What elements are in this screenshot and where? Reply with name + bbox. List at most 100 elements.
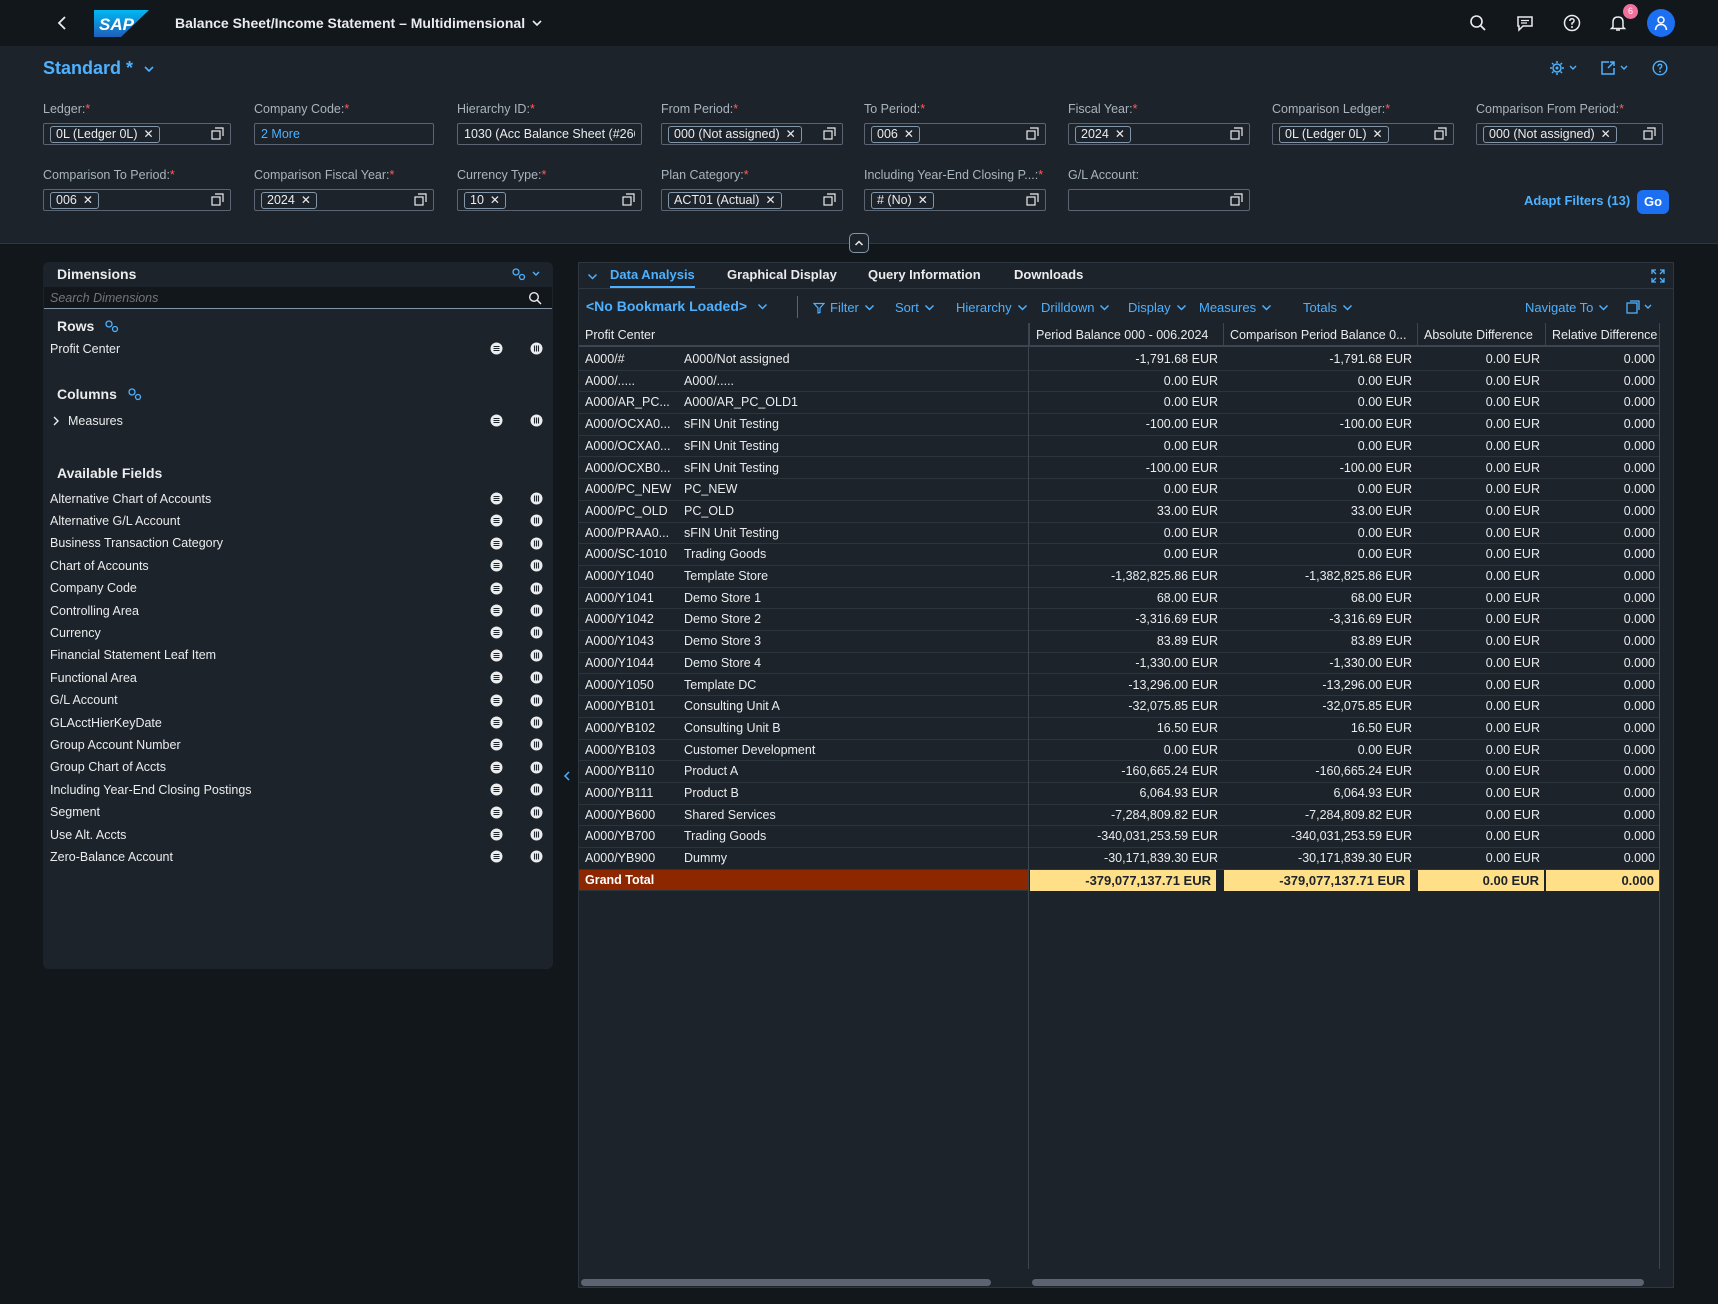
add-to-rows-icon[interactable] bbox=[490, 649, 503, 662]
add-to-columns-icon[interactable] bbox=[530, 850, 543, 863]
add-to-rows-icon[interactable] bbox=[490, 738, 503, 751]
page-help-icon[interactable] bbox=[1652, 60, 1668, 76]
table-row[interactable]: A000/Y1050 Template DC -13,296.00 EUR -13,2… bbox=[579, 675, 1659, 697]
table-row[interactable]: A000/PRAA0... sFIN Unit Testing 0.00 EUR 0.… bbox=[579, 523, 1659, 545]
table-row[interactable]: A000/AR_PC... A000/AR_PC_OLD1 0.00 EUR 0.00… bbox=[579, 392, 1659, 415]
add-to-columns-icon[interactable] bbox=[530, 783, 543, 796]
filter-token[interactable]: 000 (Not assigned) ✕ bbox=[668, 125, 802, 143]
table-row[interactable]: A000/OCXB0... sFIN Unit Testing -100.00 EU… bbox=[579, 458, 1659, 480]
remove-token-icon[interactable]: ✕ bbox=[490, 193, 500, 207]
table-row[interactable]: A000/OCXA0... sFIN Unit Testing -100.00 EU… bbox=[579, 414, 1659, 436]
filter-input[interactable]: 000 (Not assigned) ✕ bbox=[661, 123, 843, 145]
filter-input[interactable]: 2024 ✕ bbox=[1068, 123, 1250, 145]
dimension-item[interactable]: Group Account Number bbox=[50, 734, 545, 755]
table-row[interactable]: A000/Y1044 Demo Store 4 -1,330.00 EUR -1,33… bbox=[579, 653, 1659, 675]
toolbar-filter-button[interactable]: Filter bbox=[813, 300, 875, 315]
value-help-icon[interactable] bbox=[823, 193, 836, 206]
drag-settings-icon[interactable] bbox=[127, 387, 143, 401]
filter-input[interactable]: 0L (Ledger 0L) ✕ bbox=[1272, 123, 1454, 145]
add-to-rows-icon[interactable] bbox=[490, 671, 503, 684]
filter-input[interactable] bbox=[1068, 189, 1250, 211]
add-to-rows-icon[interactable] bbox=[490, 492, 503, 505]
add-to-columns-icon[interactable] bbox=[530, 806, 543, 819]
toolbar-totals-button[interactable]: Totals bbox=[1303, 300, 1353, 315]
filter-input[interactable]: 006 ✕ bbox=[43, 189, 231, 211]
column-header-period-balance[interactable]: Period Balance 000 - 006.2024 bbox=[1029, 323, 1223, 347]
add-to-columns-icon[interactable] bbox=[530, 514, 543, 527]
filter-input[interactable]: 000 (Not assigned) ✕ bbox=[1476, 123, 1663, 145]
dimension-item[interactable]: Zero-Balance Account bbox=[50, 846, 545, 867]
add-to-columns-icon[interactable] bbox=[530, 694, 543, 707]
dimension-item[interactable]: Alternative G/L Account bbox=[50, 510, 545, 531]
value-help-icon[interactable] bbox=[211, 193, 224, 206]
search-dimensions-input[interactable] bbox=[44, 287, 514, 308]
table-row[interactable]: A000/Y1041 Demo Store 1 68.00 EUR 68.00 EUR… bbox=[579, 588, 1659, 610]
value-help-icon[interactable] bbox=[823, 127, 836, 140]
grand-total-row[interactable]: Grand Total bbox=[579, 869, 1029, 892]
app-title-menu[interactable]: Balance Sheet/Income Statement – Multidi… bbox=[175, 15, 543, 31]
value-help-icon[interactable] bbox=[1643, 127, 1656, 140]
table-row[interactable]: A000/SC-1010 Trading Goods 0.00 EUR 0.00 EU… bbox=[579, 544, 1659, 566]
toolbar-display-button[interactable]: Display bbox=[1128, 300, 1187, 315]
settings-icon[interactable] bbox=[1550, 60, 1580, 76]
add-to-rows-icon[interactable] bbox=[490, 514, 503, 527]
table-row[interactable]: A000/YB103 Customer Development 0.00 EUR 0.… bbox=[579, 740, 1659, 762]
export-button[interactable] bbox=[1626, 300, 1656, 314]
add-to-rows-icon[interactable] bbox=[490, 850, 503, 863]
dimension-item[interactable]: Profit Center bbox=[50, 338, 545, 359]
add-to-columns-icon[interactable] bbox=[530, 559, 543, 572]
filter-input[interactable]: 2 More bbox=[254, 123, 434, 145]
tab-query-information[interactable]: Query Information bbox=[868, 267, 981, 282]
add-to-rows-icon[interactable] bbox=[490, 414, 503, 427]
add-to-rows-icon[interactable] bbox=[490, 806, 503, 819]
dimension-item[interactable]: G/L Account bbox=[50, 690, 545, 711]
tab-downloads[interactable]: Downloads bbox=[1014, 267, 1083, 282]
value-help-icon[interactable] bbox=[1230, 127, 1243, 140]
toolbar-sort-button[interactable]: Sort bbox=[895, 300, 935, 315]
dimension-item[interactable]: Including Year-End Closing Postings bbox=[50, 779, 545, 800]
dimension-item[interactable]: Functional Area bbox=[50, 667, 545, 688]
go-button[interactable]: Go bbox=[1637, 190, 1669, 214]
add-to-rows-icon[interactable] bbox=[490, 537, 503, 550]
filter-token[interactable]: # (No) ✕ bbox=[871, 191, 934, 209]
fullscreen-icon[interactable] bbox=[1651, 269, 1665, 283]
horizontal-scrollbar-right[interactable] bbox=[1032, 1279, 1644, 1286]
filter-token[interactable]: 006 ✕ bbox=[50, 191, 99, 209]
sap-logo[interactable]: SAP bbox=[94, 10, 149, 37]
dimension-settings-icon[interactable] bbox=[511, 267, 543, 281]
add-to-rows-icon[interactable] bbox=[490, 783, 503, 796]
dimension-item[interactable]: Segment bbox=[50, 802, 545, 823]
value-help-icon[interactable] bbox=[1434, 127, 1447, 140]
add-to-columns-icon[interactable] bbox=[530, 537, 543, 550]
add-to-columns-icon[interactable] bbox=[530, 604, 543, 617]
drag-settings-icon[interactable] bbox=[104, 319, 120, 333]
add-to-columns-icon[interactable] bbox=[530, 738, 543, 751]
dimension-item[interactable]: Group Chart of Accts bbox=[50, 757, 545, 778]
filter-token[interactable]: 006 ✕ bbox=[871, 125, 920, 143]
add-to-rows-icon[interactable] bbox=[490, 694, 503, 707]
add-to-columns-icon[interactable] bbox=[530, 582, 543, 595]
dimension-item[interactable]: Currency bbox=[50, 622, 545, 643]
table-row[interactable]: A000/Y1043 Demo Store 3 83.89 EUR 83.89 EUR… bbox=[579, 631, 1659, 653]
dimension-item[interactable]: Use Alt. Accts bbox=[50, 824, 545, 845]
table-row[interactable]: A000/Y1042 Demo Store 2 -3,316.69 EUR -3,31… bbox=[579, 609, 1659, 632]
add-to-columns-icon[interactable] bbox=[530, 492, 543, 505]
chevron-right-icon[interactable] bbox=[52, 416, 60, 426]
filter-input[interactable]: 10 ✕ bbox=[457, 189, 642, 211]
search-icon[interactable] bbox=[1469, 14, 1487, 32]
table-row[interactable]: A000/YB600 Shared Services -7,284,809.82 E… bbox=[579, 805, 1659, 827]
value-help-icon[interactable] bbox=[414, 193, 427, 206]
value-help-icon[interactable] bbox=[622, 193, 635, 206]
add-to-columns-icon[interactable] bbox=[530, 671, 543, 684]
dimension-item[interactable]: Controlling Area bbox=[50, 600, 545, 621]
remove-token-icon[interactable]: ✕ bbox=[918, 193, 928, 207]
horizontal-scrollbar-left[interactable] bbox=[581, 1279, 991, 1286]
add-to-rows-icon[interactable] bbox=[490, 559, 503, 572]
dimension-item[interactable]: Measures bbox=[50, 410, 545, 431]
remove-token-icon[interactable]: ✕ bbox=[1115, 127, 1125, 141]
toolbar-hierarchy-button[interactable]: Hierarchy bbox=[956, 300, 1028, 315]
add-to-rows-icon[interactable] bbox=[490, 604, 503, 617]
back-icon[interactable] bbox=[54, 14, 72, 32]
remove-token-icon[interactable]: ✕ bbox=[83, 193, 93, 207]
dimension-item[interactable]: Business Transaction Category bbox=[50, 533, 545, 554]
